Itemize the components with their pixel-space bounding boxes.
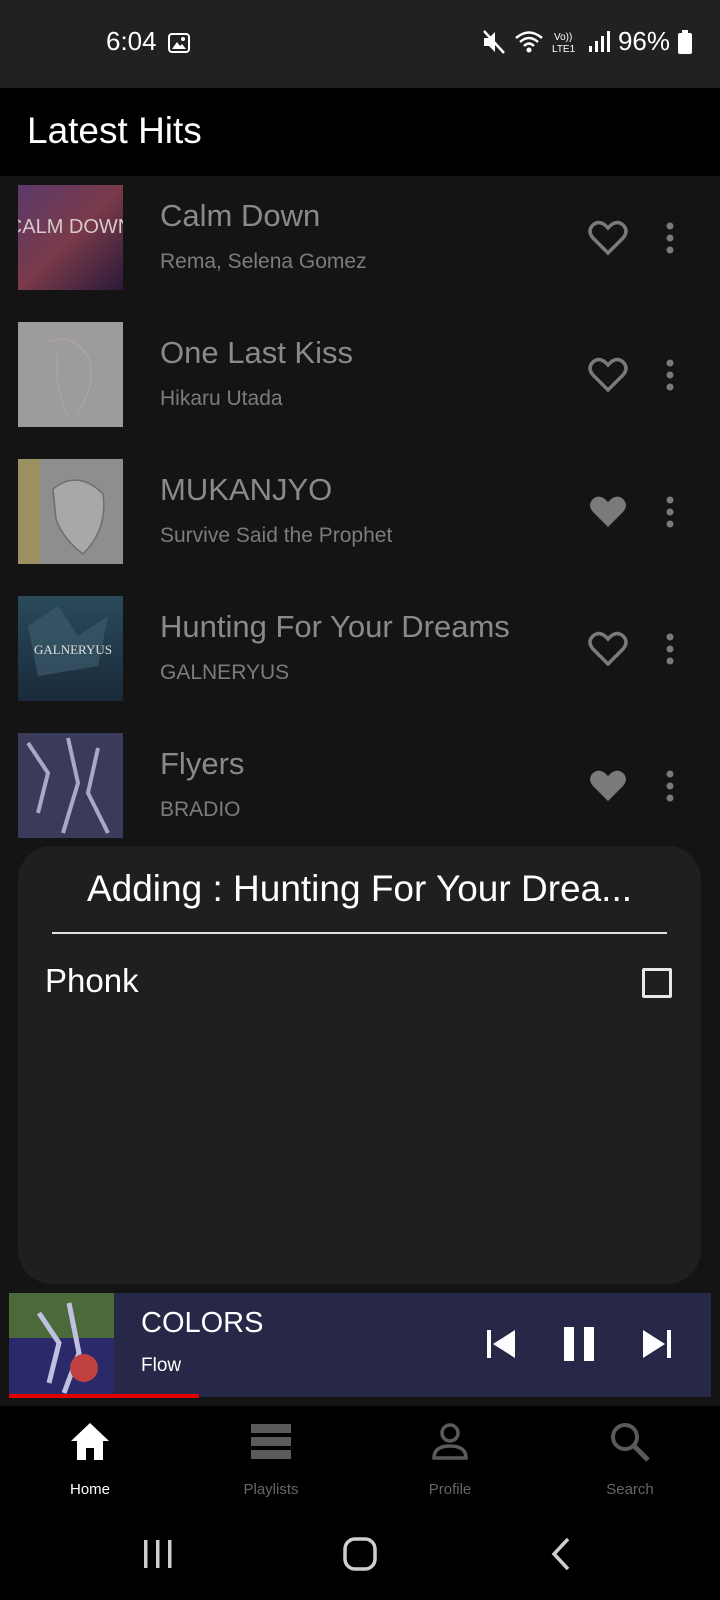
heart-outline-icon[interactable] — [588, 357, 628, 393]
mute-icon — [483, 29, 505, 54]
dialog-divider — [52, 932, 667, 934]
album-art — [18, 733, 123, 838]
playlists-icon — [251, 1424, 291, 1459]
skip-previous-icon[interactable] — [485, 1327, 519, 1361]
song-artist: BRADIO — [160, 798, 241, 821]
album-art: CALM DOWN — [18, 185, 123, 290]
signal-icon — [588, 30, 610, 52]
heart-outline-icon[interactable] — [588, 220, 628, 256]
song-artist: Rema, Selena Gomez — [160, 250, 367, 273]
playlist-checkbox[interactable] — [642, 968, 672, 998]
playback-progress-bar[interactable] — [9, 1394, 199, 1398]
heart-filled-icon[interactable] — [588, 494, 628, 530]
battery-icon — [678, 29, 692, 54]
more-vert-icon[interactable] — [660, 494, 680, 530]
app-bar: Latest Hits — [0, 88, 720, 176]
playlist-option[interactable]: Phonk — [18, 956, 701, 1016]
nav-item-search[interactable]: Search — [565, 1406, 695, 1510]
album-art: GALNERYUS — [18, 596, 123, 701]
svg-text:Vo)): Vo)) — [554, 32, 572, 43]
now-playing-bar[interactable]: COLORS Flow — [9, 1293, 711, 1397]
recent-apps-icon[interactable] — [136, 1532, 180, 1576]
nav-item-profile[interactable]: Profile — [385, 1406, 515, 1510]
song-row[interactable]: CALM DOWN Calm Down Rema, Selena Gomez — [0, 176, 720, 316]
bottom-navigation: Home Playlists Profile Search — [0, 1406, 720, 1510]
skip-next-icon[interactable] — [639, 1327, 673, 1361]
now-playing-title: COLORS — [141, 1307, 264, 1339]
album-art-label: GALNERYUS — [34, 642, 112, 657]
more-vert-icon[interactable] — [660, 631, 680, 667]
status-bar: 6:04 Vo)) LTE1 96% — [0, 0, 720, 88]
back-icon[interactable] — [540, 1532, 584, 1576]
more-vert-icon[interactable] — [660, 357, 680, 393]
song-row[interactable]: MUKANJYO Survive Said the Prophet — [0, 450, 720, 590]
home-icon — [71, 1423, 109, 1460]
song-title: Calm Down — [160, 198, 321, 233]
profile-icon — [432, 1423, 468, 1460]
playlist-option-label: Phonk — [45, 962, 139, 999]
status-time: 6:04 — [106, 26, 157, 56]
heart-outline-icon[interactable] — [588, 631, 628, 667]
song-title: Hunting For Your Dreams — [160, 609, 510, 644]
song-title: MUKANJYO — [160, 472, 333, 507]
more-vert-icon[interactable] — [660, 768, 680, 804]
song-title: Flyers — [160, 746, 245, 781]
nav-item-home[interactable]: Home — [25, 1406, 155, 1510]
song-artist: GALNERYUS — [160, 661, 290, 684]
more-vert-icon[interactable] — [660, 220, 680, 256]
volte-icon: Vo)) LTE1 — [552, 32, 576, 55]
nav-label: Profile — [428, 1481, 472, 1498]
nav-label: Playlists — [243, 1481, 299, 1498]
system-navigation-bar — [0, 1510, 720, 1600]
home-button-icon[interactable] — [338, 1532, 382, 1576]
dialog-title: Adding : Hunting For Your Drea... — [86, 868, 633, 909]
song-row[interactable]: One Last Kiss Hikaru Utada — [0, 313, 720, 453]
song-artist: Survive Said the Prophet — [160, 524, 393, 547]
wifi-icon — [515, 30, 543, 52]
song-artist: Hikaru Utada — [160, 387, 283, 410]
pause-icon[interactable] — [561, 1325, 597, 1363]
nav-label: Home — [69, 1481, 110, 1498]
song-title: One Last Kiss — [160, 335, 353, 370]
svg-text:LTE1: LTE1 — [552, 44, 576, 55]
status-indicators: Vo)) LTE1 96% — [482, 26, 692, 57]
search-icon — [611, 1423, 650, 1462]
song-row[interactable]: GALNERYUS Hunting For Your Dreams GALNER… — [0, 587, 720, 727]
photo-icon — [168, 33, 190, 53]
now-playing-artist: Flow — [141, 1355, 182, 1376]
add-to-playlist-dialog: Adding : Hunting For Your Drea... Phonk — [18, 846, 701, 1284]
album-art-label: CALM DOWN — [18, 216, 123, 238]
nav-item-playlists[interactable]: Playlists — [206, 1406, 336, 1510]
battery-percentage: 96% — [617, 26, 670, 56]
heart-filled-icon[interactable] — [588, 768, 628, 804]
nav-label: Search — [606, 1481, 654, 1498]
now-playing-album-art — [9, 1293, 114, 1397]
page-title: Latest Hits — [27, 110, 202, 151]
album-art — [18, 459, 123, 564]
song-row[interactable]: Flyers BRADIO — [0, 724, 720, 864]
album-art — [18, 322, 123, 427]
